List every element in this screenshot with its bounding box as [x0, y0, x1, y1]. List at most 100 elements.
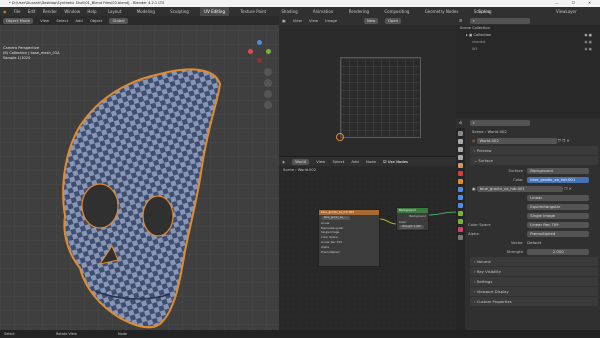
tab-geometry-nodes[interactable]: Geometry Nodes — [421, 7, 463, 16]
physics-tab-icon[interactable] — [458, 203, 463, 208]
props-breadcrumb-world[interactable]: World.002 — [488, 129, 507, 134]
properties-type-icon[interactable]: ⚙ — [459, 120, 462, 125]
world-tab-icon[interactable] — [458, 171, 463, 176]
camera-view-icon[interactable] — [264, 90, 272, 98]
source-dropdown[interactable]: Single Image — [527, 213, 590, 219]
outliner-item-shaded[interactable]: shaded ◉ ▣ — [456, 39, 600, 46]
viewport-menu-add[interactable]: Add — [75, 18, 82, 23]
section-ray-visibility[interactable]: › Ray Visibility — [470, 267, 598, 276]
uv-image-frame[interactable] — [340, 57, 421, 138]
world-name-field[interactable]: World.002 — [476, 138, 557, 144]
texture-tab-icon[interactable] — [458, 235, 463, 240]
tab-layout[interactable]: Layout — [104, 7, 126, 16]
render-tab-icon[interactable] — [458, 139, 463, 144]
menu-help[interactable]: Help — [87, 7, 96, 16]
blender-logo-icon[interactable]: ◉ — [3, 7, 7, 16]
image-editor-type-icon[interactable]: ▣ — [282, 18, 286, 23]
2d-cursor-icon[interactable] — [336, 133, 344, 141]
section-surface[interactable]: ⌄ Surface — [470, 156, 598, 165]
properties-editor[interactable]: ⚙ ⌕ Scene › World.002 ◎ World.002 ⛉ ❐ ✕ … — [456, 118, 600, 330]
section-preview[interactable]: › Preview — [470, 146, 598, 155]
strength-field[interactable]: 2.000 — [527, 249, 590, 255]
scene-selector[interactable]: Scene — [478, 7, 490, 16]
image-menu-image[interactable]: Image — [325, 18, 337, 23]
tab-compositing[interactable]: Compositing — [380, 7, 413, 16]
unlink-x-icon[interactable]: ✕ — [566, 138, 569, 143]
section-volume[interactable]: › Volume — [470, 257, 598, 266]
menu-render[interactable]: Render — [43, 7, 57, 16]
alpha-dropdown[interactable]: Premultiplied — [527, 231, 590, 237]
properties-search[interactable]: ⌕ — [469, 120, 530, 126]
interpolation-dropdown[interactable]: Linear — [527, 195, 590, 201]
image-name-field[interactable]: blue_grodlu_xa_hdr.001 — [476, 186, 563, 192]
viewport-menu-view[interactable]: View — [40, 18, 49, 23]
menu-window[interactable]: Window — [64, 7, 80, 16]
transform-orientation[interactable]: Global — [109, 18, 128, 24]
properties-header: ⚙ ⌕ — [456, 118, 600, 127]
constraints-tab-icon[interactable] — [458, 211, 463, 216]
tab-sculpting[interactable]: Sculpting — [166, 7, 193, 16]
modifier-tab-icon[interactable] — [458, 187, 463, 192]
fake-user-shield-icon[interactable]: ⛉ — [558, 138, 561, 143]
projection-dropdown[interactable]: Equirectangular — [527, 204, 590, 210]
outliner-type-icon[interactable]: ☰ — [459, 18, 462, 23]
gizmo-x-icon[interactable] — [248, 49, 253, 54]
visibility-eye-icon[interactable]: ◉ ▣ — [584, 32, 592, 39]
tab-animation[interactable]: Animation — [309, 7, 337, 16]
zoom-icon[interactable] — [264, 68, 272, 76]
menu-file[interactable]: File — [14, 7, 21, 16]
outliner-item-w1[interactable]: W1 ◉ ▣ — [456, 46, 600, 53]
surface-label: Surface — [508, 168, 523, 173]
view-layer-selector[interactable]: ViewLayer — [556, 7, 577, 16]
tab-rendering[interactable]: Rendering — [345, 7, 373, 16]
image-menu-view-2[interactable]: View — [309, 18, 318, 23]
tab-uv-editing[interactable]: UV Editing — [200, 7, 230, 16]
outliner[interactable]: ☰ ⌕ Scene Collection ▸ ▣ Collection ◉ ▣ … — [456, 16, 600, 118]
vector-value[interactable]: Default — [527, 240, 541, 245]
navigation-gizmo[interactable] — [248, 40, 272, 64]
open-image-button[interactable]: Open — [385, 17, 402, 24]
properties-tabs — [456, 128, 465, 330]
visibility-eye-icon[interactable]: ◉ ▣ — [584, 39, 592, 46]
material-tab-icon[interactable] — [458, 227, 463, 232]
menu-edit[interactable]: Edit — [28, 7, 36, 16]
visibility-eye-icon[interactable]: ◉ ▣ — [584, 46, 592, 53]
image-menu-view-1[interactable]: View — [293, 18, 302, 23]
gizmo-y-icon[interactable] — [266, 49, 271, 54]
outliner-item-collection[interactable]: ▸ ▣ Collection ◉ ▣ — [456, 32, 600, 39]
viewport-menu-select[interactable]: Select — [56, 18, 68, 23]
skull-mesh[interactable] — [40, 56, 240, 330]
new-image-button[interactable]: New — [364, 17, 379, 24]
view-layer-tab-icon[interactable] — [458, 155, 463, 160]
tab-texture-paint[interactable]: Texture Paint — [236, 7, 270, 16]
scene-tab-icon[interactable] — [458, 163, 463, 168]
object-tab-icon[interactable] — [458, 179, 463, 184]
props-breadcrumb-scene[interactable]: Scene — [472, 129, 484, 134]
color-space-dropdown[interactable]: Linear Rec.709 — [527, 222, 590, 228]
gizmo-z-icon[interactable] — [257, 40, 262, 45]
copy-datablock-icon[interactable]: ❐ — [562, 138, 565, 143]
data-tab-icon[interactable] — [458, 219, 463, 224]
output-tab-icon[interactable] — [458, 147, 463, 152]
viewport-menu-object[interactable]: Object — [90, 18, 102, 23]
section-viewport-display[interactable]: › Viewport Display — [470, 287, 598, 296]
mode-dropdown[interactable]: Object Mode — [3, 18, 33, 24]
particles-tab-icon[interactable] — [458, 195, 463, 200]
section-custom-properties[interactable]: › Custom Properties — [470, 297, 598, 306]
window-controls[interactable]: — ☐ ✕ — [555, 0, 597, 7]
tab-modeling[interactable]: Modeling — [133, 7, 159, 16]
ortho-grid-icon[interactable] — [264, 101, 272, 109]
tool-tab-icon[interactable] — [458, 131, 463, 136]
outliner-search[interactable]: ⌕ — [469, 18, 530, 24]
section-preview-label: Preview — [476, 148, 492, 153]
color-texture-field[interactable]: blue_grodlu_xa_hdr.001 — [527, 177, 590, 183]
gizmo-neg-icon[interactable] — [257, 58, 262, 63]
section-settings[interactable]: › Settings — [470, 277, 598, 286]
surface-shader-field[interactable]: Background — [527, 168, 590, 174]
viewport-3d[interactable]: Object Mode View Select Add Object Globa… — [0, 16, 279, 330]
tab-shading[interactable]: Shading — [277, 7, 301, 16]
shader-node-editor[interactable]: ◈ World View Select Add Node ☑ Use Nodes… — [279, 157, 456, 330]
pan-hand-icon[interactable] — [264, 79, 272, 87]
image-browse-icon[interactable]: ❐ ✕ — [564, 186, 572, 191]
outliner-scene-collection[interactable]: Scene Collection — [456, 25, 600, 32]
